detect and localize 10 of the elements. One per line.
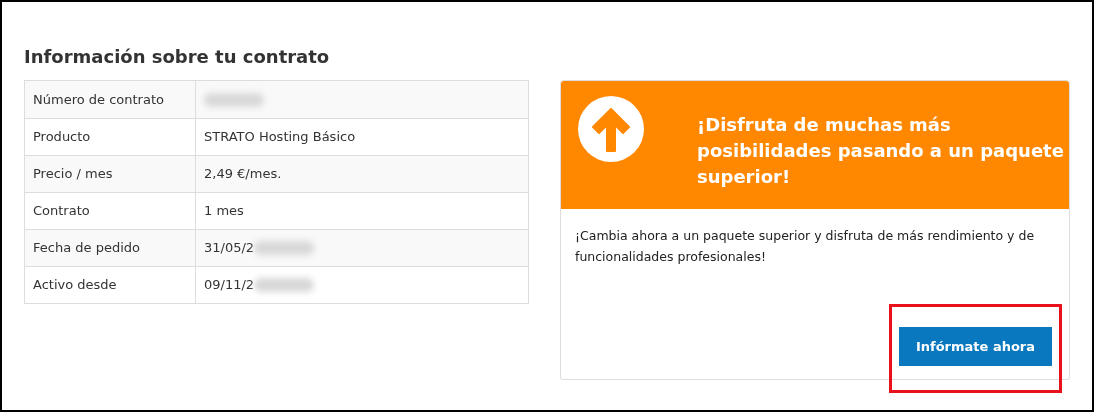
table-cell-text: 31/05/2 bbox=[204, 239, 255, 258]
table-cell-text: 1 mes bbox=[204, 202, 244, 221]
table-cell-text: STRATO Hosting Básico bbox=[204, 128, 356, 147]
card-heading: ¡Disfruta de muchas más posibilidades pasando a un paquete superior! bbox=[697, 113, 1065, 189]
table-cell-text: 2,49 €/mes. bbox=[204, 165, 282, 184]
table-cell-text: 09/11/2 bbox=[204, 276, 255, 295]
learn-more-button[interactable]: Infórmate ahora bbox=[899, 327, 1052, 366]
table-cell: Activo desde bbox=[25, 267, 196, 303]
card-text: ¡Cambia ahora a un paquete superior y disfruta de más rendimiento y de funcionalidades profesionales! bbox=[574, 227, 1036, 266]
section-title: Información sobre tu contrato bbox=[24, 45, 331, 69]
